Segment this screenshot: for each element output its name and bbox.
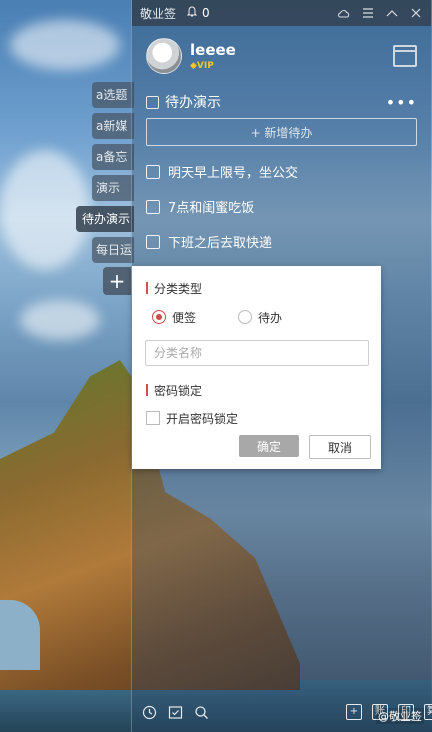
category-header: 待办演示 ••• [132, 90, 431, 114]
title-bar[interactable]: 敬业签 0 [132, 0, 431, 26]
radio-todo[interactable] [238, 310, 253, 324]
vip-badge-label: VIP [196, 61, 214, 71]
todo-checkbox[interactable] [146, 234, 160, 249]
reminder-count: 0 [202, 6, 210, 20]
category-title: 待办演示 [165, 95, 221, 111]
cancel-button[interactable]: 取消 [309, 435, 371, 459]
todo-item[interactable]: 7点和闺蜜吃饭 [132, 189, 431, 224]
clock-icon[interactable] [141, 704, 157, 720]
todo-item[interactable]: 明天早上限号，坐公交 [132, 154, 431, 189]
password-lock-option: 开启密码锁定 [132, 410, 381, 426]
add-todo-button[interactable]: + 新增待办 [146, 118, 417, 146]
section-password-lock: 密码锁定 [132, 382, 381, 398]
vip-badge[interactable]: ◆VIP [190, 61, 236, 71]
section-marker [146, 384, 148, 396]
background-cloud [10, 20, 120, 70]
user-name: leeee [190, 41, 236, 59]
calculator-button[interactable]: 算 [424, 704, 432, 720]
search-icon[interactable] [193, 704, 209, 720]
todo-list-icon[interactable] [167, 704, 183, 720]
todo-text: 明天早上限号，坐公交 [168, 166, 299, 181]
background-cloud [20, 300, 100, 340]
tab-category[interactable]: a选题 [92, 82, 134, 108]
todo-category-icon [146, 95, 159, 109]
calendar-icon[interactable] [393, 45, 417, 67]
todo-text: 7点和闺蜜吃饭 [168, 201, 255, 216]
section-title: 分类类型 [154, 281, 203, 296]
radio-memo[interactable] [152, 310, 166, 324]
section-category-type: 分类类型 [132, 280, 381, 296]
section-marker [146, 282, 148, 294]
user-profile: leeee ◆VIP [132, 30, 431, 82]
section-title: 密码锁定 [154, 383, 203, 398]
more-options-icon[interactable]: ••• [386, 93, 417, 112]
confirm-button[interactable]: 确定 [239, 435, 299, 457]
password-lock-label[interactable]: 开启密码锁定 [166, 410, 238, 427]
bell-icon[interactable] [186, 5, 198, 21]
minimize-icon[interactable] [385, 6, 399, 20]
todo-item[interactable]: 下班之后去取快递 [132, 224, 431, 259]
menu-icon[interactable] [361, 6, 375, 20]
add-note-button[interactable]: + [346, 704, 362, 720]
category-type-options: 便签 待办 [132, 308, 381, 326]
todo-text: 下班之后去取快递 [168, 236, 273, 251]
radio-todo-label[interactable]: 待办 [258, 309, 282, 326]
tab-category-active[interactable]: 待办演示 [76, 206, 134, 232]
tab-category[interactable]: a备忘 [92, 144, 134, 170]
watermark: @敬业签 [376, 708, 424, 724]
radio-memo-label[interactable]: 便签 [172, 309, 196, 326]
category-tabs: a选题 a新媒 a备忘 演示 待办演示 每日运 [76, 82, 134, 268]
add-category-button[interactable]: + [103, 267, 131, 295]
todo-checkbox[interactable] [146, 199, 160, 214]
todo-checkbox[interactable] [146, 164, 160, 179]
cloud-icon[interactable] [337, 6, 351, 20]
new-category-dialog: 分类类型 便签 待办 密码锁定 开启密码锁定 确定 取消 [132, 266, 381, 469]
category-name-input[interactable] [145, 340, 369, 366]
tab-category[interactable]: a新媒 [92, 113, 134, 139]
password-lock-checkbox[interactable] [146, 411, 160, 425]
close-icon[interactable] [409, 6, 423, 20]
tab-category[interactable]: 演示 [92, 175, 134, 201]
tab-category[interactable]: 每日运 [92, 237, 134, 263]
app-title: 敬业签 [140, 6, 177, 21]
avatar[interactable] [146, 38, 182, 74]
